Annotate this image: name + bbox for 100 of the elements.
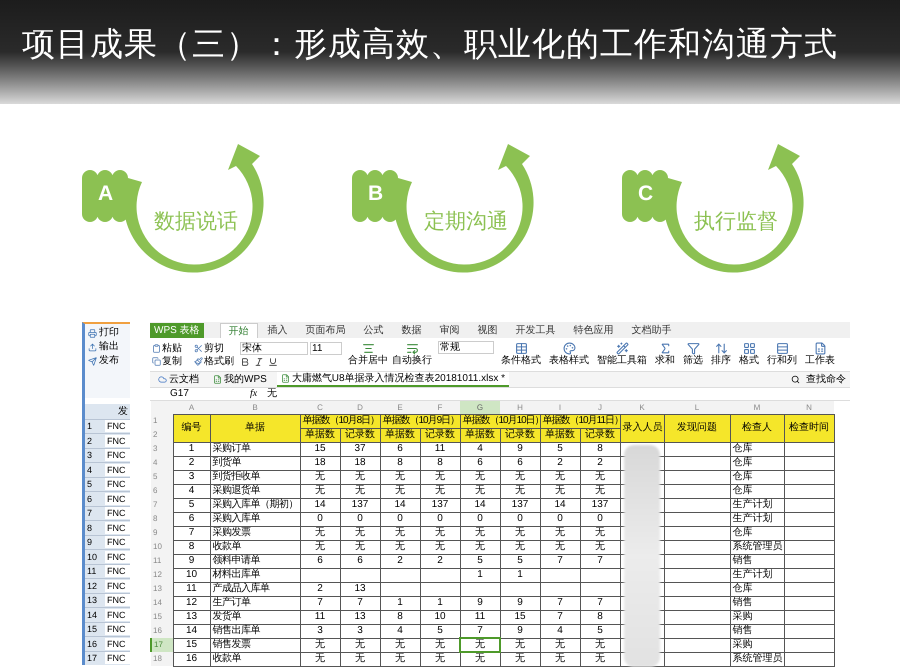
clipboard-button[interactable]: 粘贴 <box>152 342 192 355</box>
ribbon-button[interactable]: 行和列 <box>766 342 798 368</box>
ribbon-button[interactable]: 自动换行 <box>392 342 432 368</box>
side-table-cell: FNC <box>105 580 130 592</box>
ribbon-tab[interactable]: 文档助手 <box>624 323 680 338</box>
row-number: 17 <box>151 638 173 652</box>
sort-icon <box>714 342 728 356</box>
command-search-field[interactable]: 查找命令 <box>806 372 846 388</box>
table-cell: 4 <box>540 624 580 638</box>
font-name-field[interactable]: 宋体 <box>240 342 308 356</box>
number-format-field[interactable]: 常规 <box>438 341 494 354</box>
ribbon-button[interactable]: 求和 <box>654 342 676 368</box>
underline-icon[interactable] <box>268 357 278 368</box>
document-tab[interactable]: 云文档 <box>154 372 203 388</box>
side-table-cell: FNC <box>105 536 130 548</box>
row-number: 3 <box>151 442 173 456</box>
header-cell: 检查人 <box>730 414 784 442</box>
table-cell: 8 <box>173 540 210 554</box>
grid-icon <box>742 342 756 356</box>
side-row-number: 7 <box>86 507 94 520</box>
row-number: 10 <box>151 540 173 554</box>
side-table-cell: FNC <box>105 464 130 476</box>
ribbon-tab[interactable]: 视图 <box>470 323 506 338</box>
table-cell: 10 <box>173 568 210 582</box>
italic-icon[interactable] <box>254 357 264 368</box>
bold-icon[interactable] <box>240 357 250 368</box>
ribbon-tab[interactable]: 页面布局 <box>298 323 354 338</box>
side-table-cell: FNC <box>105 594 130 606</box>
ribbon-button[interactable]: 排序 <box>710 342 732 368</box>
header-cell: 单据 <box>210 414 300 442</box>
table-cell: 11 <box>300 610 340 624</box>
table-cell: 仓库 <box>730 526 784 540</box>
step-label: 定期沟通 <box>424 209 508 235</box>
ribbon-tab[interactable]: 公式 <box>356 323 392 338</box>
ribbon-button[interactable]: 筛选 <box>682 342 704 368</box>
ribbon-tab[interactable]: 特色应用 <box>566 323 622 338</box>
search-icon[interactable] <box>791 375 800 384</box>
ribbon-button[interactable]: 格式 <box>738 342 760 368</box>
table-cell: 6 <box>460 456 500 470</box>
header-cell: 发现问题 <box>664 414 730 442</box>
clipboard-button[interactable]: 复制 <box>152 354 192 368</box>
side-row-number: 8 <box>86 522 94 534</box>
formula-field[interactable]: 无 <box>267 388 278 400</box>
table-cell: 无 <box>380 526 420 540</box>
side-table-cell: FNC <box>105 507 130 520</box>
table-cell: 收款单 <box>210 540 300 554</box>
ribbon-button[interactable]: 表格样式 <box>548 342 590 368</box>
table-cell: 到货拒收单 <box>210 470 300 484</box>
side-menu-item[interactable]: 输出 <box>88 341 127 353</box>
table-cell: 7 <box>580 596 620 610</box>
table-cell: 生产计划 <box>730 498 784 512</box>
table-cell: 0 <box>420 512 460 526</box>
app-menu-button[interactable]: WPS 表格 <box>150 323 204 338</box>
font-size-field[interactable]: 11 <box>310 342 342 356</box>
clipboard-button[interactable]: 格式刷 <box>194 354 234 368</box>
ribbon-button[interactable]: 条件格式 <box>500 342 542 368</box>
table-cell: 无 <box>500 540 540 554</box>
document-tab[interactable]: 大庸燃气U8单据录入情况检查表20181011.xlsx * <box>276 372 509 388</box>
table-cell: 无 <box>420 638 460 652</box>
ribbon-tab[interactable]: 开发工具 <box>508 323 564 338</box>
table-cell: 137 <box>580 498 620 512</box>
ribbon-tab[interactable]: 开始 <box>220 323 258 338</box>
table-cell: 0 <box>580 512 620 526</box>
table-cell: 无 <box>340 540 380 554</box>
document-tab[interactable]: 我的WPS <box>209 372 271 388</box>
ribbon-tab[interactable]: 插入 <box>260 323 296 338</box>
table-cell: 无 <box>380 470 420 484</box>
table-cell: 无 <box>300 470 340 484</box>
cell-reference-field[interactable]: G17 <box>170 388 240 400</box>
clipboard-button[interactable]: 剪切 <box>194 342 234 355</box>
table-cell: 11 <box>460 610 500 624</box>
table-cell: 无 <box>380 484 420 498</box>
table-cell: 采购入库单（期初） <box>210 498 300 512</box>
ribbon-tab[interactable]: 审阅 <box>432 323 468 338</box>
side-menu-item[interactable]: 发布 <box>88 355 127 367</box>
ribbon-button[interactable]: 合并居中 <box>348 342 388 368</box>
table-cell: 产成品入库单 <box>210 582 300 596</box>
table-cell: 无 <box>300 652 340 666</box>
table-cell: 137 <box>420 498 460 512</box>
side-row-number: 4 <box>86 464 94 476</box>
header-cell: 记录数 <box>340 428 380 442</box>
table-cell: 采购入库单 <box>210 512 300 526</box>
side-menu-item[interactable]: 打印 <box>88 327 127 339</box>
table-cell: 无 <box>300 540 340 554</box>
column-header[interactable]: G <box>460 401 500 414</box>
table-cell: 无 <box>420 470 460 484</box>
table-cell: 仓库 <box>730 470 784 484</box>
row-number: 15 <box>151 610 173 624</box>
table-cell: 销售 <box>730 554 784 568</box>
ribbon-button[interactable]: 工作表 <box>804 342 836 368</box>
table-cell: 无 <box>580 526 620 540</box>
table-cell: 1 <box>380 596 420 610</box>
side-row-number: 11 <box>86 565 98 578</box>
table-cell: 无 <box>540 470 580 484</box>
upload-icon <box>88 342 97 352</box>
ribbon-button[interactable]: 智能工具箱 <box>596 342 648 368</box>
row-number: 6 <box>151 484 173 498</box>
table-cell: 无 <box>540 540 580 554</box>
ribbon-tab[interactable]: 数据 <box>394 323 430 338</box>
row-number: 14 <box>151 596 173 610</box>
